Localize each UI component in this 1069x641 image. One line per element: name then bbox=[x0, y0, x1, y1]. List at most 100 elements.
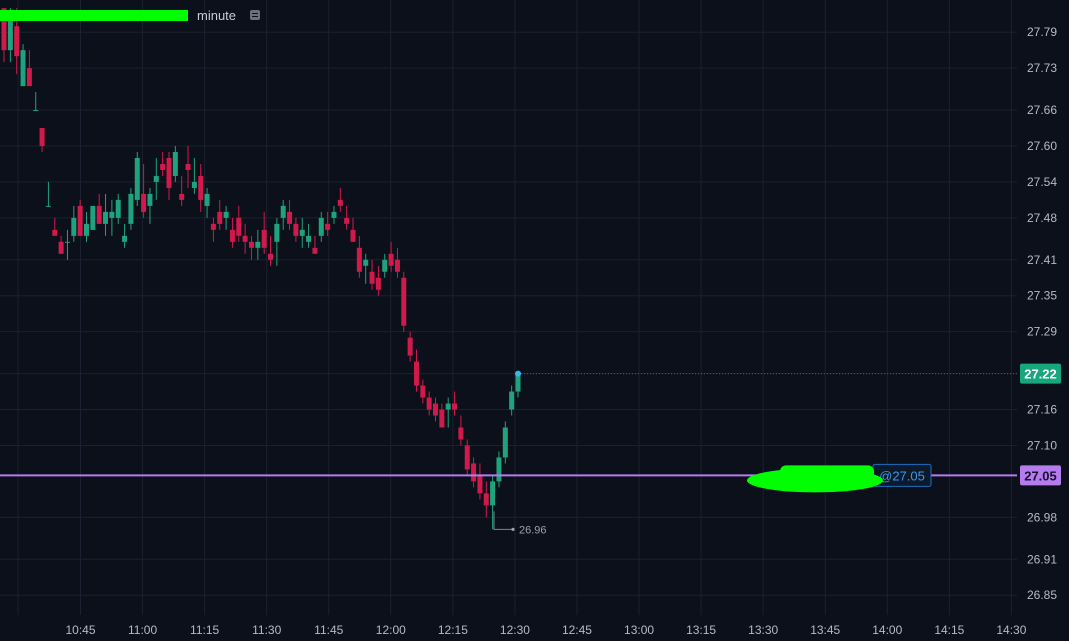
candle bbox=[325, 211, 331, 236]
candle-body bbox=[394, 259, 400, 272]
price-tick-label: 27.41 bbox=[1027, 253, 1057, 267]
candle bbox=[375, 265, 381, 296]
time-tick-label: 14:15 bbox=[934, 623, 964, 637]
time-tick-label: 11:00 bbox=[128, 623, 157, 637]
chart-overlays: 27.22 @27.05 27.05 26.96 bbox=[0, 363, 1061, 536]
candle-body bbox=[413, 361, 419, 386]
candle-body bbox=[141, 193, 147, 212]
candle bbox=[312, 235, 318, 254]
price-chart[interactable]: 10:45 11:00 11:15 11:30 11:45 12:00 12:15 12:30… bbox=[0, 0, 1069, 641]
price-tick-label: 26.85 bbox=[1027, 588, 1057, 602]
time-tick-label: 14:00 bbox=[872, 623, 902, 637]
candle bbox=[445, 397, 451, 428]
candle bbox=[179, 175, 185, 206]
candle bbox=[388, 241, 394, 272]
price-axis: 27.79 27.73 27.66 27.60 27.54 27.48 27.41 27.35… bbox=[1027, 25, 1057, 602]
candle-body bbox=[147, 193, 153, 206]
interval-label[interactable]: minute bbox=[197, 8, 236, 23]
candle bbox=[217, 199, 223, 230]
candle bbox=[172, 145, 178, 182]
candle-body bbox=[166, 157, 172, 188]
candle bbox=[33, 92, 39, 112]
candle bbox=[407, 331, 413, 362]
candle-body bbox=[179, 193, 185, 200]
candle bbox=[350, 217, 356, 242]
low-annotation-dot bbox=[511, 527, 515, 531]
candle-body bbox=[318, 217, 324, 236]
price-tick-label: 27.73 bbox=[1027, 61, 1057, 75]
candle-body bbox=[439, 409, 445, 428]
candle bbox=[394, 247, 400, 278]
candle-body bbox=[401, 277, 407, 326]
candle bbox=[293, 217, 299, 242]
candle-body bbox=[122, 235, 128, 242]
candle-body bbox=[83, 223, 89, 236]
candle-body bbox=[45, 205, 51, 207]
price-tick-label: 26.91 bbox=[1027, 552, 1057, 566]
price-tick-label: 27.16 bbox=[1027, 403, 1057, 417]
candle bbox=[160, 151, 166, 176]
candle bbox=[223, 205, 229, 230]
candle bbox=[26, 50, 32, 87]
candle bbox=[52, 217, 58, 236]
candle bbox=[122, 223, 128, 248]
candle bbox=[147, 187, 153, 224]
candle bbox=[77, 199, 83, 236]
candle-body bbox=[58, 241, 64, 254]
candle bbox=[356, 235, 362, 278]
candle bbox=[229, 217, 235, 248]
candle-body bbox=[433, 403, 439, 416]
price-tick-label: 27.29 bbox=[1027, 325, 1057, 339]
candle-body bbox=[160, 163, 166, 170]
low-annotation-label: 26.96 bbox=[519, 524, 547, 536]
candle-body bbox=[382, 259, 388, 272]
candle bbox=[299, 217, 305, 248]
candle-body bbox=[96, 205, 102, 224]
order-tag-label: @27.05 bbox=[879, 468, 925, 483]
candle bbox=[483, 481, 489, 518]
candle bbox=[280, 199, 286, 230]
order-price-value: 27.05 bbox=[1024, 468, 1057, 483]
candle-body bbox=[26, 68, 32, 87]
candle-body bbox=[445, 403, 451, 410]
candle-body bbox=[331, 211, 337, 218]
candle bbox=[115, 193, 121, 224]
time-tick-label: 11:30 bbox=[252, 623, 281, 637]
candle bbox=[204, 187, 210, 218]
time-tick-label: 11:15 bbox=[190, 623, 219, 637]
candle-body bbox=[363, 259, 369, 266]
candle-body bbox=[172, 151, 178, 176]
candle-body bbox=[248, 241, 254, 248]
candle bbox=[103, 193, 109, 236]
candle bbox=[458, 415, 464, 446]
candle-body bbox=[71, 217, 77, 236]
low-annotation-leader bbox=[493, 511, 513, 530]
candle-body bbox=[268, 253, 274, 260]
candle bbox=[363, 253, 369, 284]
last-price-marker bbox=[515, 370, 521, 377]
candle-body bbox=[153, 175, 159, 182]
candle-body bbox=[90, 205, 96, 230]
candle bbox=[153, 157, 159, 200]
legend-menu-icon[interactable] bbox=[250, 10, 261, 20]
candle bbox=[318, 211, 324, 242]
candle-body bbox=[452, 403, 458, 410]
candle bbox=[439, 403, 445, 428]
candle-body bbox=[210, 223, 216, 230]
price-tick-label: 27.79 bbox=[1027, 25, 1057, 39]
candle bbox=[509, 385, 515, 416]
candle bbox=[64, 229, 70, 260]
time-tick-label: 10:45 bbox=[65, 623, 95, 637]
candle bbox=[369, 259, 375, 290]
candle bbox=[58, 235, 64, 254]
candle-body bbox=[471, 463, 477, 482]
last-price-value: 27.22 bbox=[1024, 367, 1057, 382]
candle-body bbox=[128, 193, 134, 224]
time-tick-label: 13:15 bbox=[686, 623, 716, 637]
candle-body bbox=[356, 247, 362, 272]
candlestick-series bbox=[1, 8, 521, 530]
candle bbox=[268, 235, 274, 266]
time-tick-label: 11:45 bbox=[314, 623, 343, 637]
candle-body bbox=[407, 337, 413, 356]
candle-body bbox=[204, 193, 210, 206]
